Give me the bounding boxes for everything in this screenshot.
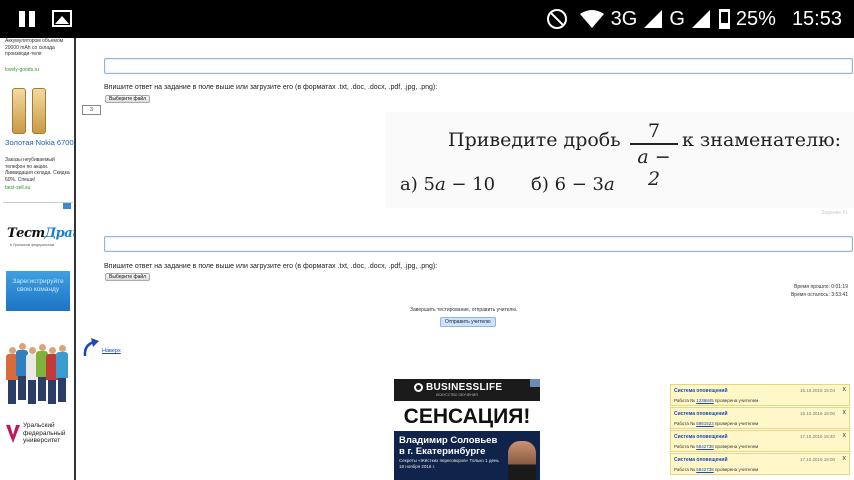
clock: 15:53 — [791, 7, 842, 30]
question-number[interactable]: 3 — [82, 105, 101, 115]
notification-date: 17.10.2016 15:40 — [799, 434, 835, 439]
businesslife-logo-icon — [414, 383, 423, 392]
businesslife-headline: СЕНСАЦИЯ! — [394, 403, 540, 431]
notification-close-icon[interactable]: x — [843, 386, 847, 393]
task-option-b: б) 6 − 3a — [531, 174, 615, 195]
urfu-logo[interactable]: Уральский федеральный университет — [6, 421, 72, 447]
testdrive-brand-a: Тест — [7, 226, 45, 241]
work-number-link[interactable]: 1236845 — [696, 398, 714, 403]
battery-percent: 25% — [735, 7, 776, 30]
notification-title[interactable]: Система оповещений — [674, 457, 728, 463]
left-ad-column: Аккумулятором объемом 20000 mAh со склад… — [0, 38, 76, 480]
task-fraction: 7 a − 2 — [630, 120, 678, 190]
notification-body: Работа № 5861523 проверена учителем — [674, 421, 759, 426]
notification-title[interactable]: Система оповещений — [674, 434, 728, 440]
task-tail-text: к знаменателю: — [682, 129, 842, 151]
answer-field-1[interactable] — [104, 58, 853, 74]
wifi-icon — [579, 9, 605, 29]
notification-card[interactable]: Система оповещений 16.10.2016 18:00 x Работ… — [670, 407, 850, 429]
network-g-label: G — [669, 7, 685, 30]
businesslife-ad[interactable]: BUSINESSLIFE ИСКУССТВО ОБУЧЕНИЯ СЕНСАЦИЯ… — [394, 379, 540, 480]
signal-icon — [644, 10, 663, 28]
students-group-image[interactable] — [6, 338, 70, 404]
fraction-denominator: a − 2 — [637, 146, 671, 190]
gallery-icon — [52, 10, 72, 27]
notification-date: 17.10.2016 18:00 — [799, 457, 835, 462]
task-label: Задание 21 — [821, 210, 848, 216]
ad-choices-icon[interactable] — [63, 203, 71, 209]
main-content: Впишите ответ на задание в поле выше или… — [78, 38, 854, 480]
businesslife-speaker: Владимир Соловьев в г. Екатеринбурге — [399, 435, 498, 457]
back-to-top-label: Наверх — [102, 348, 121, 354]
upload-instruction-1: Впишите ответ на задание в поле выше или… — [104, 84, 438, 91]
nokia-phones-image[interactable] — [8, 86, 64, 136]
task-image: Приведите дробь 7 a − 2 к знаменателю: а… — [386, 112, 854, 208]
notification-close-icon[interactable]: x — [843, 432, 847, 439]
choose-file-button-1[interactable]: Выберите файл — [105, 95, 151, 103]
notification-card[interactable]: Система оповещений 17.10.2016 15:40 x Работ… — [670, 430, 850, 452]
curved-arrow-icon — [83, 338, 99, 357]
powerbank-ad-link[interactable]: lovely-goods.ru — [5, 67, 71, 74]
notification-card[interactable]: Система оповещений 16.10.2016 15:04 x Работ… — [670, 384, 850, 406]
notification-date: 16.10.2016 15:04 — [799, 388, 835, 393]
notification-body: Работа № 5842738 проверена учителем — [674, 467, 759, 472]
businesslife-brand: BUSINESSLIFE — [426, 382, 503, 393]
notification-title[interactable]: Система оповещений — [674, 388, 728, 394]
testdrive-brand-b: Драйв — [44, 226, 74, 241]
task-option-a: а) 5a − 10 — [400, 174, 496, 195]
battery-icon — [718, 9, 730, 29]
urfu-text: Уральский федеральный университет — [23, 422, 66, 444]
speaker-photo — [508, 441, 536, 480]
notification-close-icon[interactable]: x — [843, 455, 847, 462]
notification-date: 16.10.2016 18:00 — [799, 411, 835, 416]
work-number-link[interactable]: 5842738 — [696, 467, 714, 472]
pause-icon — [17, 11, 37, 27]
network-3g-label: 3G — [610, 7, 638, 30]
powerbank-ad-text[interactable]: Аккумулятором объемом 20000 mAh со склад… — [5, 38, 71, 58]
signal-icon-2 — [691, 10, 710, 28]
businesslife-details: Секреты «Жёстких переговоров» Только 1 д… — [399, 458, 499, 469]
notification-close-icon[interactable]: x — [843, 409, 847, 416]
upload-instruction-2: Впишите ответ на задание в поле выше или… — [104, 263, 438, 270]
nokia-ad-title[interactable]: Золотая Nokia 6700 — [5, 138, 74, 147]
notification-title[interactable]: Система оповещений — [674, 411, 728, 417]
do-not-disturb-icon — [546, 9, 567, 29]
work-number-link[interactable]: 5842738 — [696, 444, 714, 449]
work-number-link[interactable]: 5861523 — [696, 421, 714, 426]
time-elapsed: Время прошло: 0:01:19 — [794, 284, 848, 290]
notification-body: Работа № 5842738 проверена учителем — [674, 444, 759, 449]
fraction-numerator: 7 — [647, 120, 661, 142]
answer-field-2[interactable] — [104, 236, 853, 252]
notification-body: Работа № 1236845 проверена учителем — [674, 398, 759, 403]
businesslife-sub: ИСКУССТВО ОБУЧЕНИЯ — [436, 393, 478, 397]
urfu-emblem-icon — [6, 425, 20, 443]
register-team-button[interactable]: Зарегистрируйте свою команду — [6, 271, 70, 311]
ad-close-icon[interactable] — [530, 379, 540, 387]
task-lead-text: Приведите дробь — [448, 129, 621, 151]
nokia-ad-link[interactable]: best-sell.su — [5, 185, 71, 192]
testdrive-banner[interactable]: ТестДрайв в Уральском федеральном — [3, 202, 74, 250]
nokia-ad-text[interactable]: Заказы неубиваемый телефон по акции. Лик… — [5, 157, 71, 183]
send-to-teacher-button[interactable]: Отправить учителю — [440, 317, 496, 327]
notification-card[interactable]: Система оповещений 17.10.2016 18:00 x Работ… — [670, 453, 850, 475]
testdrive-sub: в Уральском федеральном — [10, 243, 55, 247]
status-bar: 3G G 25% 15:53 — [0, 0, 854, 38]
finish-note: Завершить тестирование, отправить учител… — [410, 307, 518, 313]
time-remaining: Время осталось: 3:53:41 — [790, 292, 848, 298]
choose-file-button-2[interactable]: Выберите файл — [105, 273, 151, 281]
